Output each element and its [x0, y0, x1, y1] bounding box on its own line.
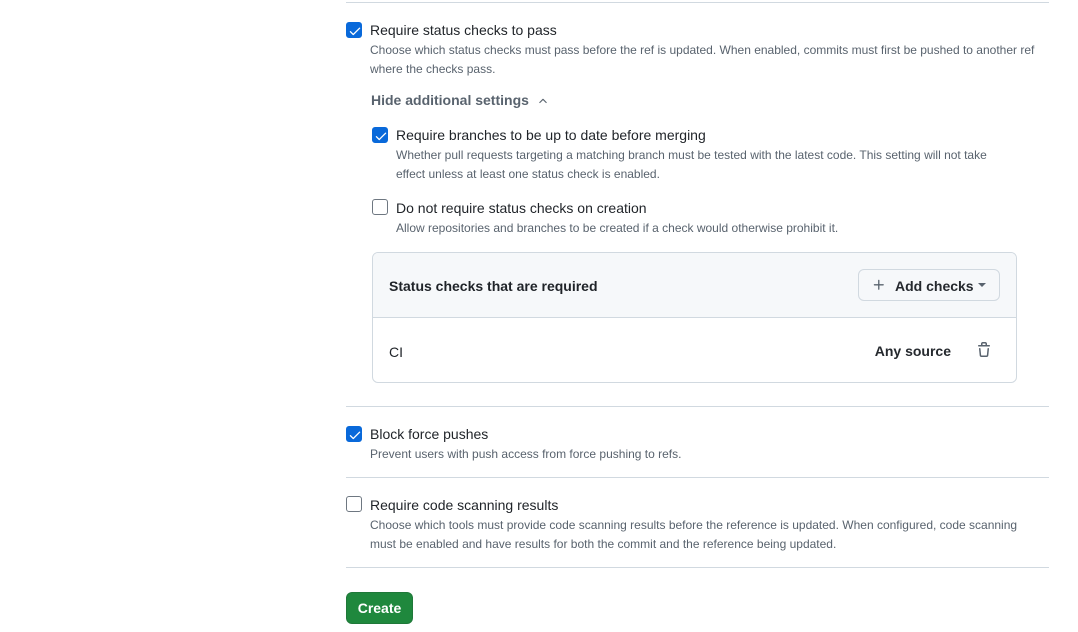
plus-icon	[873, 279, 884, 290]
up-to-date-description: Whether pull requests targeting a matchi…	[396, 148, 987, 181]
section-divider	[346, 477, 1049, 478]
chevron-up-icon	[539, 99, 547, 104]
create-button[interactable]: Create	[346, 592, 413, 624]
section-divider	[346, 406, 1049, 407]
status-check-source[interactable]: Any source	[875, 342, 951, 360]
caret-down-icon	[978, 283, 986, 287]
add-checks-button[interactable]: Add checks	[858, 269, 1000, 301]
required-status-checks-panel: Status checks that are required Add chec…	[372, 252, 1017, 383]
hide-additional-settings-label: Hide additional settings	[371, 92, 529, 108]
block-force-pushes-title: Block force pushes	[370, 426, 489, 442]
check-icon	[349, 27, 361, 36]
status-check-name: CI	[389, 344, 403, 360]
hide-additional-settings-toggle[interactable]: Hide additional settings	[371, 90, 549, 110]
code-scanning-description: Choose which tools must provide code sca…	[370, 518, 1018, 551]
section-divider-top	[346, 2, 1049, 3]
no-require-on-creation-description: Allow repositories and branches to be cr…	[396, 221, 839, 235]
section-divider-bottom	[346, 567, 1049, 568]
up-to-date-title: Require branches to be up to date before…	[396, 127, 706, 143]
no-require-on-creation-checkbox[interactable]	[372, 199, 388, 215]
add-checks-label: Add checks	[895, 278, 974, 294]
checks-panel-header: Status checks that are required Add chec…	[373, 253, 1016, 318]
block-force-pushes-description: Prevent users with push access from forc…	[370, 447, 682, 461]
status-checks-checkbox[interactable]	[346, 22, 362, 38]
status-check-row: CI Any source	[373, 319, 1016, 382]
check-icon	[375, 132, 387, 141]
code-scanning-checkbox[interactable]	[346, 496, 362, 512]
no-require-on-creation-title: Do not require status checks on creation	[396, 200, 647, 216]
check-icon	[349, 431, 361, 440]
status-checks-description: Choose which status checks must pass bef…	[370, 43, 1035, 76]
status-checks-title: Require status checks to pass	[370, 22, 557, 38]
block-force-pushes-checkbox[interactable]	[346, 426, 362, 442]
code-scanning-title: Require code scanning results	[370, 497, 559, 513]
up-to-date-checkbox[interactable]	[372, 127, 388, 143]
checks-panel-title: Status checks that are required	[389, 278, 598, 294]
trash-icon[interactable]	[976, 342, 996, 362]
